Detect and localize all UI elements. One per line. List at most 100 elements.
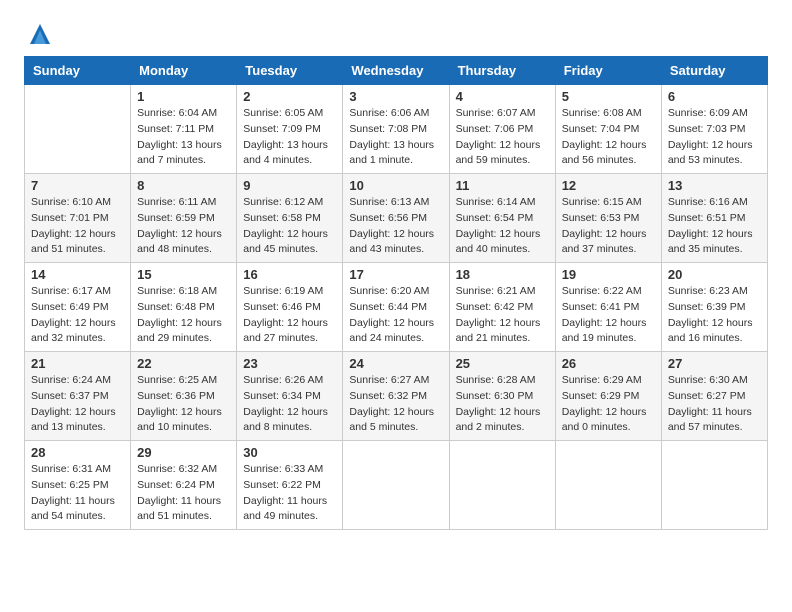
day-info: Sunrise: 6:13 AMSunset: 6:56 PMDaylight:… bbox=[349, 195, 442, 258]
calendar-cell: 4Sunrise: 6:07 AMSunset: 7:06 PMDaylight… bbox=[449, 85, 555, 174]
col-header-tuesday: Tuesday bbox=[237, 57, 343, 85]
calendar-week-row: 28 Sunrise: 6:31 AMSunset: 6:25 PMDayligh… bbox=[25, 441, 768, 530]
day-number: 2 bbox=[243, 89, 336, 104]
calendar-cell: 11Sunrise: 6:14 AMSunset: 6:54 PMDayligh… bbox=[449, 174, 555, 263]
logo bbox=[24, 20, 54, 48]
day-number: 28 bbox=[31, 445, 124, 460]
col-header-monday: Monday bbox=[131, 57, 237, 85]
calendar-cell bbox=[555, 441, 661, 530]
calendar-cell: 22 Sunrise: 6:25 AMSunset: 6:36 PMDayligh… bbox=[131, 352, 237, 441]
day-info: Sunrise: 6:25 AMSunset: 6:36 PMDaylight:… bbox=[137, 373, 230, 436]
calendar-cell: 6 Sunrise: 6:09 AMSunset: 7:03 PMDaylight… bbox=[661, 85, 767, 174]
day-number: 20 bbox=[668, 267, 761, 282]
day-info: Sunrise: 6:26 AMSunset: 6:34 PMDaylight:… bbox=[243, 373, 336, 436]
col-header-wednesday: Wednesday bbox=[343, 57, 449, 85]
day-info: Sunrise: 6:22 AMSunset: 6:41 PMDaylight:… bbox=[562, 284, 655, 347]
calendar-cell: 8 Sunrise: 6:11 AMSunset: 6:59 PMDaylight… bbox=[131, 174, 237, 263]
day-info: Sunrise: 6:19 AMSunset: 6:46 PMDaylight:… bbox=[243, 284, 336, 347]
calendar-cell: 12 Sunrise: 6:15 AMSunset: 6:53 PMDayligh… bbox=[555, 174, 661, 263]
day-info: Sunrise: 6:20 AMSunset: 6:44 PMDaylight:… bbox=[349, 284, 442, 347]
day-info: Sunrise: 6:23 AMSunset: 6:39 PMDaylight:… bbox=[668, 284, 761, 347]
day-info: Sunrise: 6:30 AMSunset: 6:27 PMDaylight:… bbox=[668, 373, 761, 436]
day-info: Sunrise: 6:17 AMSunset: 6:49 PMDaylight:… bbox=[31, 284, 124, 347]
day-number: 4 bbox=[456, 89, 549, 104]
day-number: 7 bbox=[31, 178, 124, 193]
calendar-cell bbox=[25, 85, 131, 174]
calendar-cell: 17 Sunrise: 6:20 AMSunset: 6:44 PMDayligh… bbox=[343, 263, 449, 352]
day-number: 19 bbox=[562, 267, 655, 282]
day-info: Sunrise: 6:09 AMSunset: 7:03 PMDaylight:… bbox=[668, 106, 761, 169]
day-number: 26 bbox=[562, 356, 655, 371]
day-info: Sunrise: 6:29 AMSunset: 6:29 PMDaylight:… bbox=[562, 373, 655, 436]
day-info: Sunrise: 6:32 AMSunset: 6:24 PMDaylight:… bbox=[137, 462, 230, 525]
calendar-cell: 16 Sunrise: 6:19 AMSunset: 6:46 PMDayligh… bbox=[237, 263, 343, 352]
day-number: 27 bbox=[668, 356, 761, 371]
calendar-week-row: 7 Sunrise: 6:10 AMSunset: 7:01 PMDaylight… bbox=[25, 174, 768, 263]
logo-area bbox=[24, 20, 54, 48]
calendar-cell: 9 Sunrise: 6:12 AMSunset: 6:58 PMDaylight… bbox=[237, 174, 343, 263]
calendar-cell: 1 Sunrise: 6:04 AMSunset: 7:11 PMDaylight… bbox=[131, 85, 237, 174]
day-number: 5 bbox=[562, 89, 655, 104]
day-number: 15 bbox=[137, 267, 230, 282]
day-info: Sunrise: 6:14 AMSunset: 6:54 PMDaylight:… bbox=[456, 195, 549, 258]
calendar-cell: 3 Sunrise: 6:06 AMSunset: 7:08 PMDaylight… bbox=[343, 85, 449, 174]
day-info: Sunrise: 6:31 AMSunset: 6:25 PMDaylight:… bbox=[31, 462, 124, 525]
calendar-cell bbox=[449, 441, 555, 530]
calendar-cell: 19 Sunrise: 6:22 AMSunset: 6:41 PMDayligh… bbox=[555, 263, 661, 352]
calendar-week-row: 21Sunrise: 6:24 AMSunset: 6:37 PMDayligh… bbox=[25, 352, 768, 441]
calendar-cell bbox=[661, 441, 767, 530]
day-number: 29 bbox=[137, 445, 230, 460]
day-number: 18 bbox=[456, 267, 549, 282]
day-info: Sunrise: 6:06 AMSunset: 7:08 PMDaylight:… bbox=[349, 106, 442, 169]
calendar-cell: 15 Sunrise: 6:18 AMSunset: 6:48 PMDayligh… bbox=[131, 263, 237, 352]
col-header-thursday: Thursday bbox=[449, 57, 555, 85]
day-info: Sunrise: 6:12 AMSunset: 6:58 PMDaylight:… bbox=[243, 195, 336, 258]
calendar-cell: 26 Sunrise: 6:29 AMSunset: 6:29 PMDayligh… bbox=[555, 352, 661, 441]
day-info: Sunrise: 6:27 AMSunset: 6:32 PMDaylight:… bbox=[349, 373, 442, 436]
day-number: 25 bbox=[456, 356, 549, 371]
calendar-cell: 10 Sunrise: 6:13 AMSunset: 6:56 PMDayligh… bbox=[343, 174, 449, 263]
calendar-cell bbox=[343, 441, 449, 530]
calendar-cell: 7 Sunrise: 6:10 AMSunset: 7:01 PMDaylight… bbox=[25, 174, 131, 263]
day-number: 1 bbox=[137, 89, 230, 104]
col-header-friday: Friday bbox=[555, 57, 661, 85]
day-info: Sunrise: 6:18 AMSunset: 6:48 PMDaylight:… bbox=[137, 284, 230, 347]
calendar-cell: 14 Sunrise: 6:17 AMSunset: 6:49 PMDayligh… bbox=[25, 263, 131, 352]
calendar-cell: 27 Sunrise: 6:30 AMSunset: 6:27 PMDayligh… bbox=[661, 352, 767, 441]
day-number: 16 bbox=[243, 267, 336, 282]
calendar-cell: 18 Sunrise: 6:21 AMSunset: 6:42 PMDayligh… bbox=[449, 263, 555, 352]
calendar-table: SundayMondayTuesdayWednesdayThursdayFrid… bbox=[24, 56, 768, 530]
day-number: 9 bbox=[243, 178, 336, 193]
day-number: 3 bbox=[349, 89, 442, 104]
day-number: 10 bbox=[349, 178, 442, 193]
calendar-cell: 21Sunrise: 6:24 AMSunset: 6:37 PMDayligh… bbox=[25, 352, 131, 441]
calendar-header-row: SundayMondayTuesdayWednesdayThursdayFrid… bbox=[25, 57, 768, 85]
calendar-cell: 23Sunrise: 6:26 AMSunset: 6:34 PMDayligh… bbox=[237, 352, 343, 441]
day-info: Sunrise: 6:08 AMSunset: 7:04 PMDaylight:… bbox=[562, 106, 655, 169]
day-info: Sunrise: 6:15 AMSunset: 6:53 PMDaylight:… bbox=[562, 195, 655, 258]
day-number: 17 bbox=[349, 267, 442, 282]
day-number: 21 bbox=[31, 356, 124, 371]
day-number: 24 bbox=[349, 356, 442, 371]
calendar-cell: 5 Sunrise: 6:08 AMSunset: 7:04 PMDaylight… bbox=[555, 85, 661, 174]
day-number: 14 bbox=[31, 267, 124, 282]
col-header-sunday: Sunday bbox=[25, 57, 131, 85]
calendar-cell: 20 Sunrise: 6:23 AMSunset: 6:39 PMDayligh… bbox=[661, 263, 767, 352]
day-number: 22 bbox=[137, 356, 230, 371]
day-number: 8 bbox=[137, 178, 230, 193]
day-info: Sunrise: 6:11 AMSunset: 6:59 PMDaylight:… bbox=[137, 195, 230, 258]
day-number: 12 bbox=[562, 178, 655, 193]
calendar-cell: 30Sunrise: 6:33 AMSunset: 6:22 PMDayligh… bbox=[237, 441, 343, 530]
day-info: Sunrise: 6:05 AMSunset: 7:09 PMDaylight:… bbox=[243, 106, 336, 169]
day-info: Sunrise: 6:33 AMSunset: 6:22 PMDaylight:… bbox=[243, 462, 336, 525]
day-info: Sunrise: 6:10 AMSunset: 7:01 PMDaylight:… bbox=[31, 195, 124, 258]
day-info: Sunrise: 6:21 AMSunset: 6:42 PMDaylight:… bbox=[456, 284, 549, 347]
calendar-cell: 25Sunrise: 6:28 AMSunset: 6:30 PMDayligh… bbox=[449, 352, 555, 441]
day-number: 6 bbox=[668, 89, 761, 104]
day-info: Sunrise: 6:16 AMSunset: 6:51 PMDaylight:… bbox=[668, 195, 761, 258]
calendar-week-row: 1 Sunrise: 6:04 AMSunset: 7:11 PMDaylight… bbox=[25, 85, 768, 174]
logo-icon bbox=[26, 20, 54, 48]
calendar-cell: 24 Sunrise: 6:27 AMSunset: 6:32 PMDayligh… bbox=[343, 352, 449, 441]
day-info: Sunrise: 6:04 AMSunset: 7:11 PMDaylight:… bbox=[137, 106, 230, 169]
calendar-cell: 28 Sunrise: 6:31 AMSunset: 6:25 PMDayligh… bbox=[25, 441, 131, 530]
